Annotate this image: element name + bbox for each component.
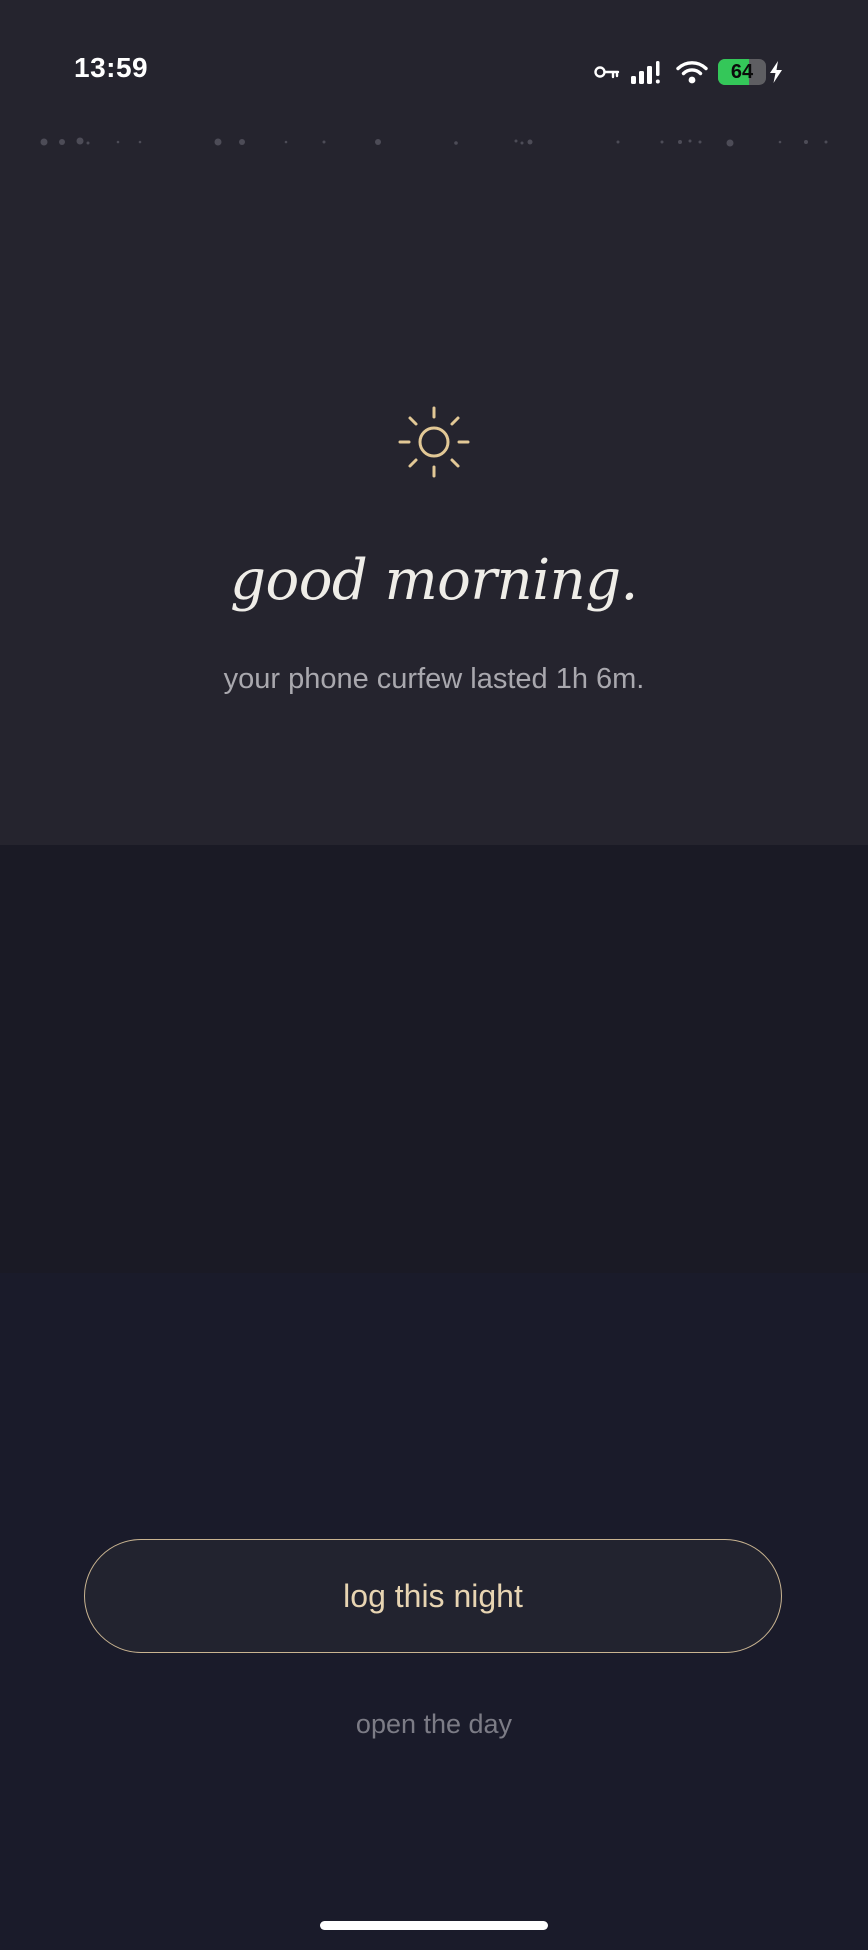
vpn-key-icon [594, 66, 620, 79]
sun-icon [398, 406, 470, 478]
curfew-summary: your phone curfew lasted 1h 6m. [223, 663, 645, 695]
log-this-night-button[interactable]: log this night [84, 1539, 782, 1653]
greeting-title: good morning. [230, 548, 638, 613]
home-indicator[interactable] [320, 1921, 548, 1930]
battery-icon: 64 [718, 59, 766, 85]
status-time: 13:59 [74, 52, 149, 83]
dotted-decoration [40, 137, 828, 147]
middle-panel [0, 845, 868, 1273]
wifi-icon [676, 61, 708, 84]
log-this-night-label: log this night [343, 1577, 523, 1614]
status-icons: 64 [594, 56, 784, 88]
charging-bolt-icon [770, 61, 782, 83]
cellular-signal-icon [631, 61, 660, 84]
screen: 13:59 64 good morning. your phone curfew… [0, 0, 868, 1950]
open-the-day-link[interactable]: open the day [0, 1709, 868, 1740]
battery-percent: 64 [730, 60, 754, 83]
